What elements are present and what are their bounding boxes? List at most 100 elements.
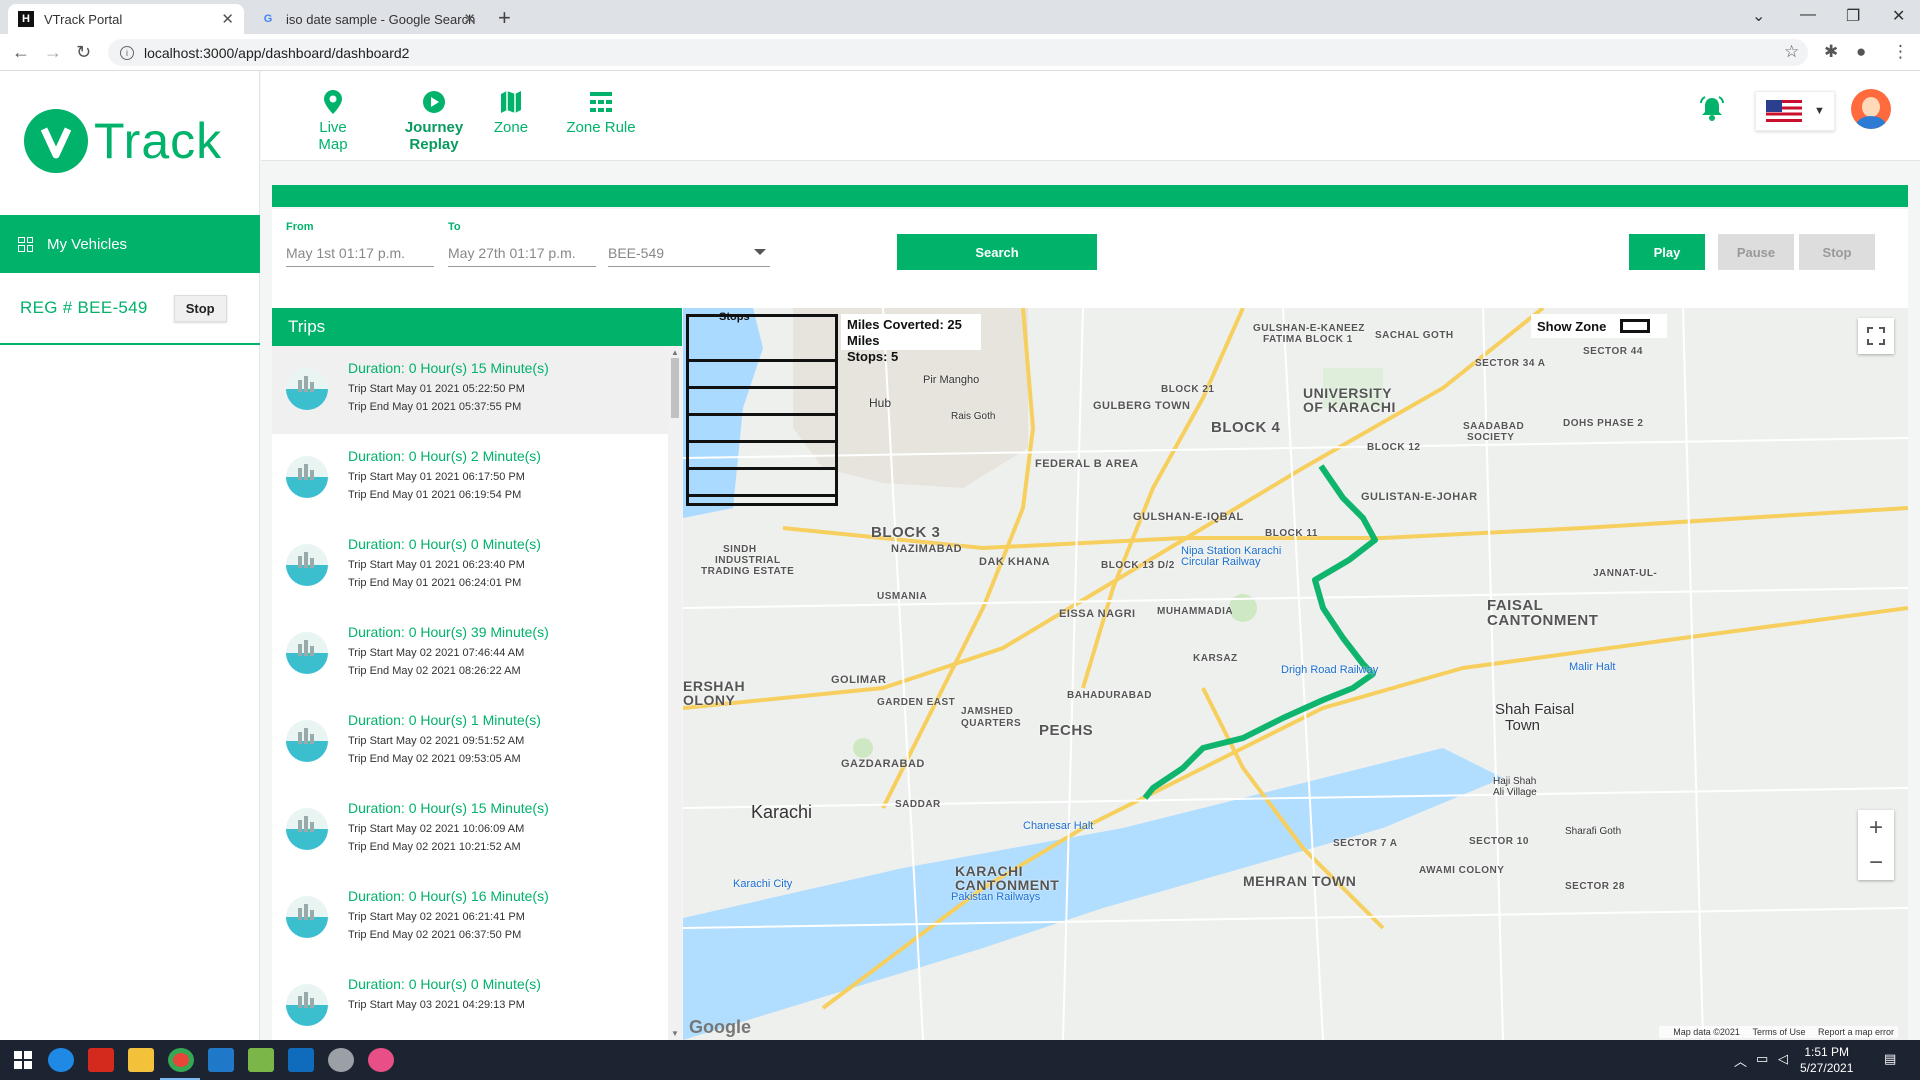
map-place-label: BLOCK 13 D/2 [1101, 560, 1175, 571]
map-place-label: BLOCK 21 [1161, 384, 1215, 395]
notepad-icon[interactable] [248, 1048, 274, 1072]
map-place-label: Chanesar Halt [1023, 820, 1094, 832]
tab-google-search[interactable]: G iso date sample - Google Search ✕ [250, 4, 486, 34]
site-info-icon[interactable]: i [120, 45, 134, 60]
trip-item[interactable]: Duration: 0 Hour(s) 0 Minute(s) Trip Star… [272, 962, 668, 1040]
trip-item[interactable]: Duration: 0 Hour(s) 16 Minute(s) Trip Sta… [272, 874, 668, 962]
map-place-label: MEHRAN TOWN [1243, 873, 1357, 889]
scroll-up-icon[interactable]: ▲ [671, 348, 679, 357]
zoom-out-button[interactable]: − [1858, 845, 1894, 880]
menu-icon[interactable]: ⋮ [1892, 42, 1909, 62]
map-place-label: PECHS [1039, 722, 1094, 739]
to-date-input[interactable]: May 27th 01:17 p.m. [448, 241, 596, 267]
minimize-icon[interactable]: — [1800, 6, 1816, 24]
file-explorer-icon[interactable] [128, 1048, 154, 1072]
edge-icon[interactable] [48, 1048, 74, 1072]
vscode-icon[interactable] [208, 1048, 234, 1072]
report-error-link[interactable]: Report a map error [1818, 1027, 1894, 1037]
windows-start-icon[interactable] [14, 1051, 32, 1074]
trip-item[interactable]: Duration: 0 Hour(s) 39 Minute(s) Trip Sta… [272, 610, 668, 698]
map-view[interactable]: UNIVERSITY OF KARACHI BLOCK 4 GULBERG TOWN B… [683, 308, 1908, 1040]
trip-list-scrollbar[interactable]: ▲ ▼ [668, 346, 682, 1040]
tab-search-icon[interactable]: ⌄ [1752, 6, 1765, 26]
map-place-label: Ali Village [1493, 787, 1537, 798]
trip-item[interactable]: Duration: 0 Hour(s) 15 Minute(s) Trip Sta… [272, 786, 668, 874]
vehicle-row[interactable]: REG # BEE-549 Stop [0, 273, 260, 345]
fullscreen-icon[interactable] [1858, 318, 1894, 354]
new-tab-icon[interactable]: + [498, 5, 511, 31]
bookmark-star-icon[interactable]: ☆ [1784, 42, 1799, 62]
trip-item[interactable]: Duration: 0 Hour(s) 0 Minute(s) Trip Star… [272, 522, 668, 610]
maximize-icon[interactable]: ❐ [1846, 6, 1860, 26]
map-place-label: SECTOR 10 [1469, 836, 1529, 847]
vehicle-stop-button[interactable]: Stop [173, 294, 227, 322]
search-button[interactable]: Search [897, 234, 1097, 270]
forward-icon[interactable]: → [44, 42, 62, 63]
paint-icon[interactable] [328, 1048, 354, 1072]
notification-bell-icon[interactable] [1699, 95, 1725, 126]
show-zone-checkbox[interactable] [1620, 319, 1651, 333]
nav-zone[interactable]: Zone [486, 89, 536, 136]
map-place-label: Malir Halt [1569, 661, 1616, 673]
acrobat-icon[interactable] [88, 1048, 114, 1072]
trip-item[interactable]: Duration: 0 Hour(s) 1 Minute(s) Trip Star… [272, 698, 668, 786]
profile-icon[interactable]: ● [1856, 42, 1866, 62]
nav-journey-replay[interactable]: Journey Replay [389, 89, 479, 153]
url-field[interactable]: i localhost:3000/app/dashboard/dashboard… [108, 39, 1808, 66]
city-skyline-icon [286, 544, 328, 586]
nav-label: Journey Replay [404, 119, 464, 153]
notifications-icon[interactable]: ▤ [1884, 1051, 1896, 1067]
trip-start: Trip Start May 03 2021 04:29:13 PM [348, 999, 525, 1011]
pause-button[interactable]: Pause [1718, 234, 1794, 270]
city-skyline-icon [286, 632, 328, 674]
city-skyline-icon [286, 368, 328, 410]
reload-icon[interactable]: ↻ [76, 42, 91, 63]
app-root: Track My Vehicles REG # BEE-549 Stop Liv… [0, 71, 1920, 1040]
play-circle-icon [389, 89, 479, 115]
zoom-controls: + − [1858, 810, 1894, 880]
show-zone-toggle[interactable]: Show Zone [1531, 314, 1667, 338]
zoom-in-button[interactable]: + [1858, 810, 1894, 845]
vehicle-select[interactable]: BEE-549 [608, 241, 770, 267]
vtrack-logo[interactable]: Track [24, 109, 222, 173]
trip-end: Trip End May 02 2021 10:21:52 AM [348, 841, 521, 853]
trip-item[interactable]: Duration: 0 Hour(s) 2 Minute(s) Trip Star… [272, 434, 668, 522]
outlook-icon[interactable] [288, 1048, 314, 1072]
map-place-label: SACHAL GOTH [1375, 330, 1454, 341]
language-selector[interactable]: ▼ [1755, 91, 1835, 131]
trip-item[interactable]: Duration: 0 Hour(s) 15 Minute(s) Trip Sta… [272, 346, 668, 434]
user-avatar[interactable] [1851, 89, 1891, 129]
close-window-icon[interactable]: ✕ [1892, 6, 1905, 26]
close-tab-icon[interactable]: ✕ [463, 10, 476, 28]
trip-duration: Duration: 0 Hour(s) 15 Minute(s) [348, 800, 549, 816]
nav-label: Zone [493, 119, 529, 136]
tab-vtrack[interactable]: H VTrack Portal ✕ [8, 4, 244, 34]
my-vehicles-menu[interactable]: My Vehicles [0, 215, 260, 273]
trip-list[interactable]: Duration: 0 Hour(s) 15 Minute(s) Trip Sta… [272, 346, 668, 1040]
nav-zone-rule[interactable]: Zone Rule [561, 89, 641, 136]
close-tab-icon[interactable]: ✕ [221, 10, 234, 28]
back-icon[interactable]: ← [12, 42, 30, 63]
nav-live-map[interactable]: Live Map [303, 89, 363, 153]
chrome-icon[interactable] [168, 1048, 194, 1072]
google-favicon-icon: G [263, 13, 273, 25]
terms-link[interactable]: Terms of Use [1752, 1027, 1805, 1037]
extensions-icon[interactable]: ✱ [1824, 42, 1838, 62]
slack-icon[interactable] [368, 1048, 394, 1072]
map-place-label: MUHAMMADIA [1157, 606, 1234, 617]
trip-duration: Duration: 0 Hour(s) 15 Minute(s) [348, 360, 549, 376]
trip-duration: Duration: 0 Hour(s) 39 Minute(s) [348, 624, 549, 640]
map-place-label: KARSAZ [1193, 653, 1238, 664]
tray-chevron-icon[interactable]: ︿ [1734, 1051, 1747, 1070]
trip-start: Trip Start May 02 2021 06:21:41 PM [348, 911, 525, 923]
scroll-down-icon[interactable]: ▼ [671, 1029, 679, 1038]
scroll-thumb[interactable] [671, 358, 679, 418]
trip-end: Trip End May 01 2021 06:19:54 PM [348, 489, 522, 501]
play-button[interactable]: Play [1629, 234, 1705, 270]
stop-button[interactable]: Stop [1799, 234, 1875, 270]
us-flag-icon [1766, 100, 1802, 122]
network-icon[interactable]: ▭ [1756, 1051, 1768, 1067]
from-date-input[interactable]: May 1st 01:17 p.m. [286, 241, 434, 267]
volume-icon[interactable]: ◁ [1778, 1051, 1788, 1067]
system-clock[interactable]: 1:51 PM 5/27/2021 [1800, 1044, 1853, 1076]
